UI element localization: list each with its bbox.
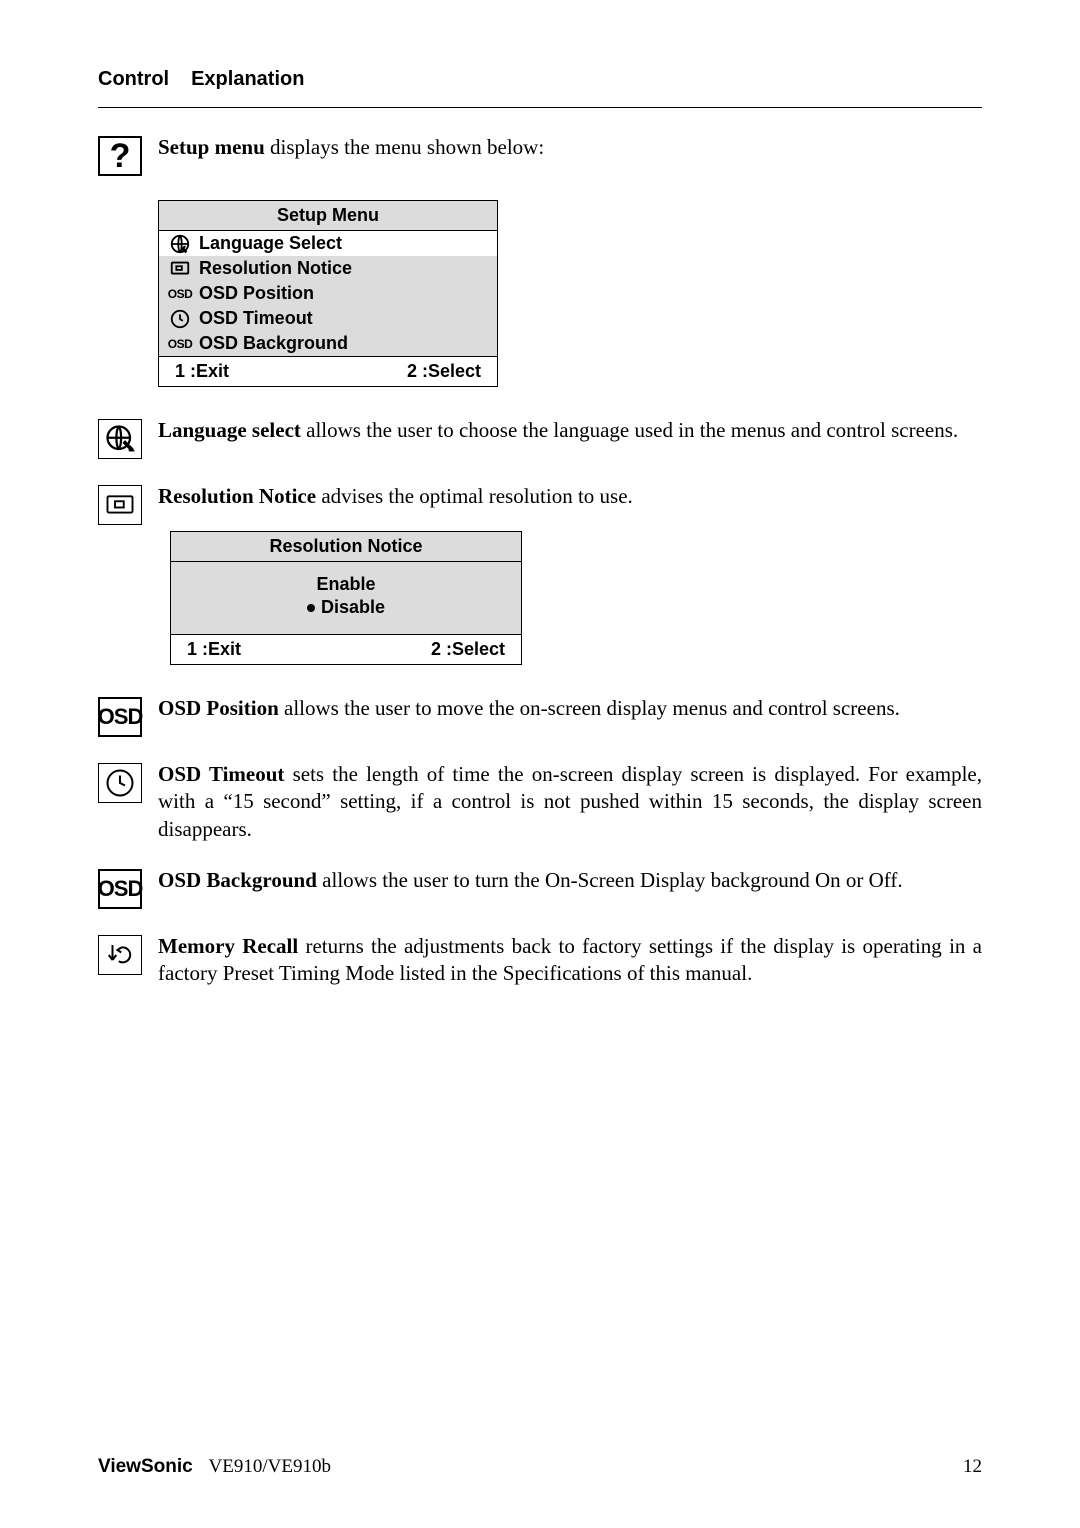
section-resolution: Resolution Notice advises the optimal re… (98, 483, 982, 525)
section-language: Language select allows the user to choos… (98, 417, 982, 459)
resolution-menu-box: Resolution Notice Enable Disable 1 :Exit… (170, 531, 522, 665)
menu-item-label: OSD Timeout (199, 308, 313, 329)
setup-menu-title: Setup Menu (159, 201, 497, 231)
resolution-text: advises the optimal resolution to use. (316, 484, 633, 508)
menu-item-label: OSD Position (199, 283, 314, 304)
resolution-enable[interactable]: Enable (171, 574, 521, 595)
section-osd-position: OSD OSD Position allows the user to move… (98, 695, 982, 737)
osd-background-bold: OSD Background (158, 868, 317, 892)
monitor-icon (98, 485, 142, 525)
menu-item-resolution[interactable]: Resolution Notice (159, 256, 497, 281)
memory-recall-bold: Memory Recall (158, 934, 298, 958)
menu-item-label: OSD Background (199, 333, 348, 354)
osd-position-bold: OSD Position (158, 696, 279, 720)
osd-text-icon: OSD (98, 697, 142, 737)
question-icon: ? (98, 136, 142, 176)
setup-menu-bold: Setup menu (158, 135, 265, 159)
osd-position-text: allows the user to move the on-screen di… (279, 696, 900, 720)
menu-item-label: Resolution Notice (199, 258, 352, 279)
clock-icon (169, 309, 191, 329)
header-control: Control (98, 68, 169, 90)
monitor-icon (169, 259, 191, 279)
recall-icon (98, 935, 142, 975)
menu-item-osd-position[interactable]: OSD OSD Position (159, 281, 497, 306)
resolution-disable[interactable]: Disable (171, 597, 521, 618)
page-header: Control Explanation (98, 68, 982, 108)
footer-model: VE910/VE910b (209, 1456, 331, 1477)
menu-footer-exit[interactable]: 1 :Exit (175, 361, 229, 382)
osd-background-text: allows the user to turn the On-Screen Di… (317, 868, 903, 892)
section-osd-background: OSD OSD Background allows the user to tu… (98, 867, 982, 909)
globe-icon (98, 419, 142, 459)
menu-footer-select[interactable]: 2 :Select (431, 639, 505, 660)
section-memory-recall: Memory Recall returns the adjustments ba… (98, 933, 982, 988)
footer-brand: ViewSonic (98, 1456, 193, 1477)
bullet-icon (307, 604, 315, 612)
osd-timeout-bold: OSD Timeout (158, 762, 284, 786)
section-setup-menu: ? Setup menu displays the menu shown bel… (98, 134, 982, 176)
language-text: allows the user to choose the language u… (301, 418, 958, 442)
resolution-title: Resolution Notice (171, 532, 521, 562)
menu-item-osd-background[interactable]: OSD OSD Background (159, 331, 497, 356)
menu-item-osd-timeout[interactable]: OSD Timeout (159, 306, 497, 331)
footer-page-number: 12 (963, 1456, 982, 1478)
osd-text-icon: OSD (169, 284, 191, 304)
menu-footer-select[interactable]: 2 :Select (407, 361, 481, 382)
resolution-bold: Resolution Notice (158, 484, 316, 508)
section-osd-timeout: OSD Timeout sets the length of time the … (98, 761, 982, 843)
setup-menu-text: displays the menu shown below: (265, 135, 544, 159)
osd-text-icon: OSD (98, 869, 142, 909)
menu-item-label: Language Select (199, 233, 342, 254)
setup-menu-box: Setup Menu Language Select Resolution No… (158, 200, 498, 387)
clock-icon (98, 763, 142, 803)
menu-item-language[interactable]: Language Select (159, 231, 497, 256)
header-explanation: Explanation (191, 68, 304, 90)
language-bold: Language select (158, 418, 301, 442)
page-footer: ViewSonic VE910/VE910b 12 (98, 1456, 982, 1478)
menu-footer-exit[interactable]: 1 :Exit (187, 639, 241, 660)
osd-text-icon: OSD (169, 334, 191, 354)
globe-icon (169, 234, 191, 254)
